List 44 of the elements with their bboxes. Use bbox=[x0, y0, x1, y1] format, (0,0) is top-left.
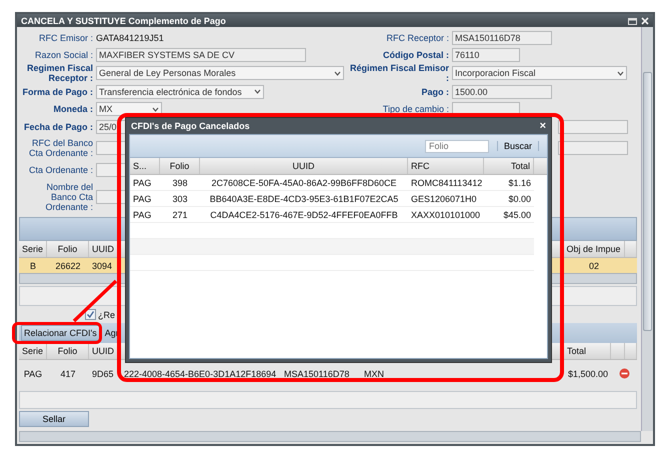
field-label: Régimen Fiscal Emisor : bbox=[349, 63, 449, 83]
table-cell: B bbox=[30, 260, 36, 270]
table-cell: ROMC841113412 bbox=[411, 178, 482, 188]
table-cell: PAG bbox=[24, 368, 42, 378]
field-label: Forma de Pago : bbox=[22, 86, 93, 96]
table-cell: $45.00 bbox=[503, 210, 531, 220]
field-label: Cta Ordenante : bbox=[28, 165, 93, 175]
table-cell: PAG bbox=[133, 178, 152, 188]
field-label: Regimen Fiscal Receptor : bbox=[26, 63, 93, 83]
field-label: Razon Social : bbox=[34, 50, 93, 60]
field-label: Pago : bbox=[421, 86, 449, 96]
table-cell: $1,500.00 bbox=[568, 368, 608, 378]
table-cell: BB640A3E-E8DE-4CD3-95E3-61B1F07E2CA5 bbox=[210, 194, 398, 204]
table-cell: 417 bbox=[60, 368, 76, 378]
table-cell: 303 bbox=[172, 194, 188, 204]
field-label: Código Postal : bbox=[383, 50, 449, 60]
table-cell: 9D65 bbox=[92, 368, 114, 378]
table-cell: 2C7608CE-50FA-45A0-86A2-99B6FF8D60CE bbox=[211, 178, 397, 188]
table-cell: $0.00 bbox=[508, 194, 531, 204]
field-label: Fecha de Pago : bbox=[24, 122, 93, 132]
table-cell: MXN bbox=[364, 368, 384, 378]
table-cell: MSA150116D78 bbox=[284, 368, 350, 378]
field-label: RFC Emisor : bbox=[39, 32, 93, 42]
field-label: Moneda : bbox=[54, 104, 93, 114]
table-cell: 222-4008-4654-B6E0-3D1A12F18694 bbox=[124, 368, 276, 378]
field-value: GATA841219J51 bbox=[96, 32, 164, 42]
table-cell: 271 bbox=[172, 210, 188, 220]
field-label: RFC del Banco Cta Ordenante : bbox=[28, 138, 93, 158]
field-label: RFC Receptor : bbox=[386, 32, 449, 42]
table-cell: $1.16 bbox=[508, 178, 531, 188]
field-label: Tipo de cambio : bbox=[382, 104, 449, 114]
field-label: Nombre del Banco Cta Ordenante : bbox=[44, 182, 93, 212]
table-cell: PAG bbox=[133, 194, 152, 204]
table-cell: GES1206071H0 bbox=[411, 194, 477, 204]
checkbox-label: ¿Re bbox=[98, 310, 116, 320]
table-cell: C4DA4CE2-5176-467E-9D52-4FFEF0EA0FFB bbox=[210, 210, 398, 220]
table-cell: 02 bbox=[588, 260, 599, 270]
table-cell: 398 bbox=[172, 178, 188, 188]
window-title: CANCELA Y SUSTITUYE Complemento de Pago bbox=[21, 16, 226, 26]
table-cell: XAXX010101000 bbox=[411, 210, 480, 220]
table-cell: 3094 bbox=[92, 260, 112, 270]
table-cell: 26622 bbox=[55, 260, 81, 270]
table-cell: PAG bbox=[133, 210, 152, 220]
dialog-title: CFDI's de Pago Cancelados bbox=[131, 121, 250, 131]
